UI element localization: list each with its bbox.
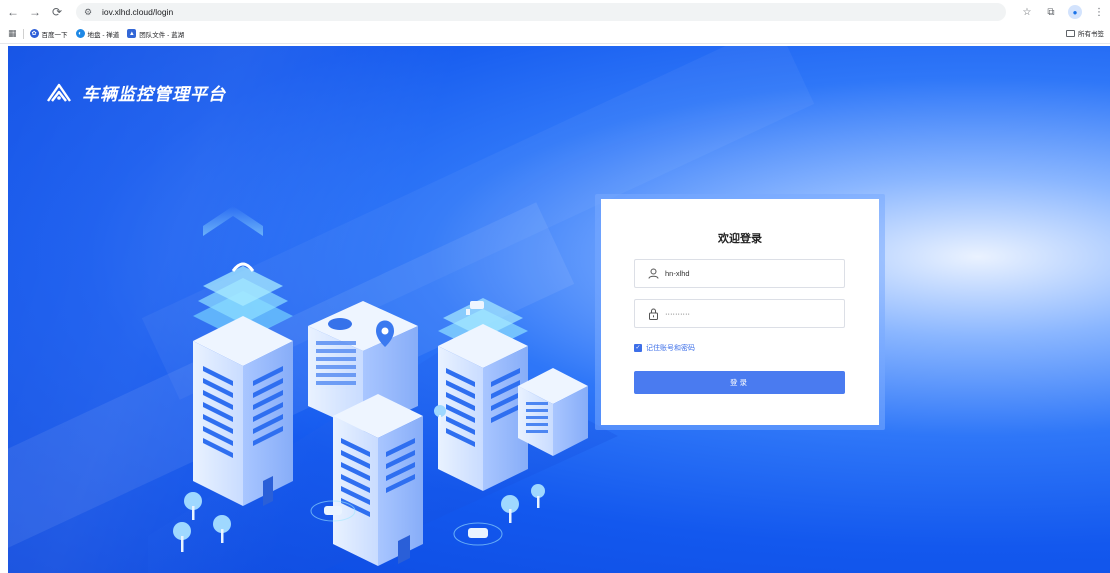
address-bar[interactable]: ⚙ iov.xlhd.cloud/login [76,3,1006,21]
bookmarks-bar: ▦ ✿ 百度一下 ◐ 地盘 - 禅道 ▲ 团队文件 - 蓝湖 所有书签 [0,24,1110,44]
site-info-icon[interactable]: ⚙ [84,6,96,18]
reload-icon[interactable]: ⟳ [48,3,66,21]
brand-title: 车辆监控管理平台 [82,85,226,104]
all-bookmarks[interactable]: 所有书签 [1066,28,1104,38]
folder-icon [1066,29,1075,37]
lanhu-icon: ▲ [127,29,137,38]
username-value[interactable]: hn-xlhd [665,269,690,278]
password-field[interactable]: ·········· [634,299,845,328]
remember-label[interactable]: 记住账号和密码 [646,343,695,353]
bookmark-label: 地盘 - 禅道 [87,31,120,39]
remember-me[interactable]: ✓ 记住账号和密码 [634,343,695,353]
login-page: 车辆监控管理平台 [8,46,1110,573]
bookmark-lanhu[interactable]: ▲ 团队文件 - 蓝湖 [127,29,184,39]
forward-icon[interactable]: → [26,3,44,21]
login-title: 欢迎登录 [718,233,762,245]
user-icon [643,268,663,279]
url-text[interactable]: iov.xlhd.cloud/login [102,7,173,17]
browser-toolbar: ← → ⟳ ⚙ iov.xlhd.cloud/login ☆ ⧉ ● ⋮ [0,0,1110,24]
bookmark-label: 百度一下 [41,31,68,39]
all-bookmarks-label: 所有书签 [1078,31,1104,38]
bookmarks-divider [22,28,24,39]
lock-icon [643,308,663,320]
smart-city-illustration [148,206,618,573]
login-button[interactable]: 登录 [634,371,845,394]
zentao-icon: ◐ [75,29,85,38]
brand: 车辆监控管理平台 [46,80,226,105]
username-field[interactable]: hn-xlhd [634,259,845,288]
bookmark-baidu[interactable]: ✿ 百度一下 [29,29,68,39]
remember-checkbox[interactable]: ✓ [634,344,642,352]
apps-grid-icon[interactable]: ▦ [8,28,17,39]
brand-logo-icon [47,83,71,102]
baidu-icon: ✿ [29,29,39,38]
bookmark-zentao[interactable]: ◐ 地盘 - 禅道 [75,29,120,39]
back-icon[interactable]: ← [4,3,22,21]
password-value[interactable]: ·········· [665,309,690,318]
login-card: 欢迎登录 hn-xlhd ·········· ✓ 记住账号和密码 登录 [601,199,879,425]
bookmark-star-icon[interactable]: ☆ [1020,5,1034,19]
bookmark-label: 团队文件 - 蓝湖 [139,31,185,39]
menu-icon[interactable]: ⋮ [1092,5,1106,19]
profile-avatar-icon[interactable]: ● [1068,5,1082,19]
extensions-icon[interactable]: ⧉ [1044,5,1058,19]
